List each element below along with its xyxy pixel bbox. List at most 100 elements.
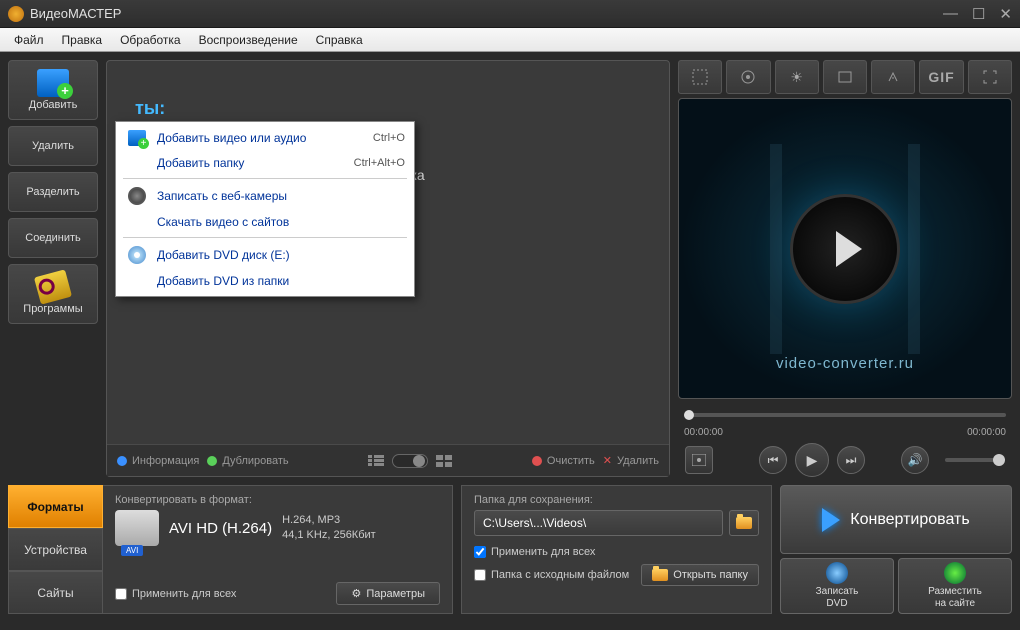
format-spec-1: H.264, MP3: [282, 513, 376, 528]
save-with-source[interactable]: Папка с исходным файлом: [474, 569, 629, 581]
timeline: [678, 405, 1012, 425]
params-button[interactable]: ⚙Параметры: [336, 582, 440, 605]
target-icon[interactable]: [726, 60, 770, 94]
camera-avi-icon: [115, 510, 159, 546]
menu-playback[interactable]: Воспроизведение: [191, 31, 306, 49]
app-title: ВидеоМАСТЕР: [30, 6, 943, 21]
publish-web-button[interactable]: Разместитьна сайте: [898, 558, 1012, 614]
clear-icon: [532, 456, 542, 466]
info-icon: [117, 456, 127, 466]
menu-download-sites[interactable]: Скачать видео с сайтов: [119, 210, 411, 234]
workspace: Добавить Удалить Разделить Соединить Про…: [0, 52, 1020, 485]
programs-label: Программы: [23, 303, 82, 315]
menu-add-dvd-disk[interactable]: Добавить DVD диск (E:): [119, 241, 411, 269]
close-icon[interactable]: ✕: [999, 5, 1012, 23]
player-controls: ⏮ ▶ ⏭ 🔊: [678, 443, 1012, 477]
format-selector[interactable]: AVI HD (H.264) H.264, MP3 44,1 KHz, 256К…: [115, 510, 440, 546]
video-preview[interactable]: video-converter.ru: [678, 98, 1012, 399]
titlebar: ВидеоМАСТЕР — ☐ ✕: [0, 0, 1020, 28]
format-tabs: Форматы Устройства Сайты: [8, 485, 103, 614]
time-end: 00:00:00: [967, 427, 1006, 438]
next-button[interactable]: ⏭: [837, 446, 865, 474]
globe-icon: [944, 562, 966, 584]
save-path-field[interactable]: C:\Users\...\Videos\: [474, 510, 723, 536]
preview-panel: ☀ GIF video-converter.ru 00:00:00 00:00:…: [678, 60, 1012, 477]
save-apply-all[interactable]: Применить для всех: [474, 546, 759, 558]
crop-icon[interactable]: [678, 60, 722, 94]
gear-icon: ⚙: [351, 587, 361, 600]
maximize-icon[interactable]: ☐: [972, 5, 985, 23]
time-labels: 00:00:00 00:00:00: [678, 425, 1012, 439]
menu-add-dvd-folder[interactable]: Добавить DVD из папки: [119, 269, 411, 293]
add-button[interactable]: Добавить: [8, 60, 98, 120]
folder-open-icon: [652, 569, 668, 581]
menu-record-webcam[interactable]: Записать с веб-камеры: [119, 182, 411, 210]
delete-icon: ✕: [603, 454, 612, 467]
folder-icon: [736, 517, 752, 529]
view-toggle[interactable]: [392, 454, 428, 468]
menu-processing[interactable]: Обработка: [112, 31, 189, 49]
bottom-panel: Форматы Устройства Сайты Конвертировать …: [0, 485, 1020, 622]
snapshot-icon[interactable]: [685, 446, 713, 474]
seek-track[interactable]: [684, 413, 1006, 417]
gif-icon[interactable]: GIF: [919, 60, 963, 94]
tab-formats[interactable]: Форматы: [8, 485, 103, 528]
time-start: 00:00:00: [684, 427, 723, 438]
dvd-icon: [128, 246, 146, 264]
menu-help[interactable]: Справка: [308, 31, 371, 49]
open-folder-button[interactable]: Открыть папку: [641, 564, 759, 586]
grid-view-icon[interactable]: [436, 455, 452, 467]
volume-icon[interactable]: 🔊: [901, 446, 929, 474]
format-apply-all[interactable]: Применить для всех: [115, 588, 236, 600]
menu-file[interactable]: Файл: [6, 31, 52, 49]
info-segment[interactable]: Информация: [117, 455, 199, 467]
format-name: AVI HD (H.264): [169, 520, 272, 537]
add-label: Добавить: [29, 99, 78, 111]
menu-add-folder[interactable]: Добавить папку Ctrl+Alt+O: [119, 151, 411, 175]
volume-slider[interactable]: [945, 458, 1005, 462]
duplicate-segment[interactable]: Дублировать: [207, 455, 288, 467]
partition-button[interactable]: Разделить: [8, 172, 98, 212]
sidebar: Добавить Удалить Разделить Соединить Про…: [8, 60, 98, 477]
delete-segment[interactable]: ✕Удалить: [603, 454, 659, 467]
key-icon: [34, 269, 72, 304]
programs-button[interactable]: Программы: [8, 264, 98, 324]
browse-folder-button[interactable]: [729, 510, 759, 536]
menu-separator: [123, 178, 407, 179]
webcam-icon: [128, 187, 146, 205]
convert-button[interactable]: Конвертировать: [780, 485, 1012, 554]
play-button[interactable]: ▶: [795, 443, 829, 477]
format-body: Конвертировать в формат: AVI HD (H.264) …: [103, 485, 453, 614]
menubar: Файл Правка Обработка Воспроизведение Сп…: [0, 28, 1020, 52]
tab-sites[interactable]: Сайты: [8, 571, 103, 614]
duplicate-icon: [207, 456, 217, 466]
remove-button[interactable]: Удалить: [8, 126, 98, 166]
join-button[interactable]: Соединить: [8, 218, 98, 258]
save-panel: Папка для сохранения: C:\Users\...\Video…: [461, 485, 772, 614]
fullscreen-icon[interactable]: [968, 60, 1012, 94]
list-view-icon[interactable]: [368, 455, 384, 467]
menu-add-video-audio[interactable]: Добавить видео или аудио Ctrl+O: [119, 125, 411, 151]
window-controls: — ☐ ✕: [943, 5, 1012, 23]
prev-button[interactable]: ⏮: [759, 446, 787, 474]
convert-arrow-icon: [822, 508, 840, 532]
add-video-icon: [37, 69, 69, 97]
menu-edit[interactable]: Правка: [54, 31, 111, 49]
brand-watermark: video-converter.ru: [776, 355, 914, 372]
format-spec-2: 44,1 KHz, 256Кбит: [282, 528, 376, 543]
clear-segment[interactable]: Очистить: [532, 455, 595, 467]
action-panel: Конвертировать ЗаписатьDVD Разместитьна …: [780, 485, 1012, 614]
infobar: Информация Дублировать Очистить ✕Удалить: [107, 444, 669, 476]
burn-dvd-button[interactable]: ЗаписатьDVD: [780, 558, 894, 614]
speed-icon[interactable]: [871, 60, 915, 94]
main-panel: ты: ку Добавить для добавления видео кны…: [106, 60, 670, 477]
save-label: Папка для сохранения:: [474, 494, 759, 506]
tab-devices[interactable]: Устройства: [8, 528, 103, 571]
preview-toolbar: ☀ GIF: [678, 60, 1012, 94]
brightness-icon[interactable]: ☀: [775, 60, 819, 94]
format-panel: Форматы Устройства Сайты Конвертировать …: [8, 485, 453, 614]
filmstrip-decoration: [770, 144, 920, 354]
minimize-icon[interactable]: —: [943, 5, 958, 23]
frame-icon[interactable]: [823, 60, 867, 94]
add-file-icon: [128, 130, 146, 146]
